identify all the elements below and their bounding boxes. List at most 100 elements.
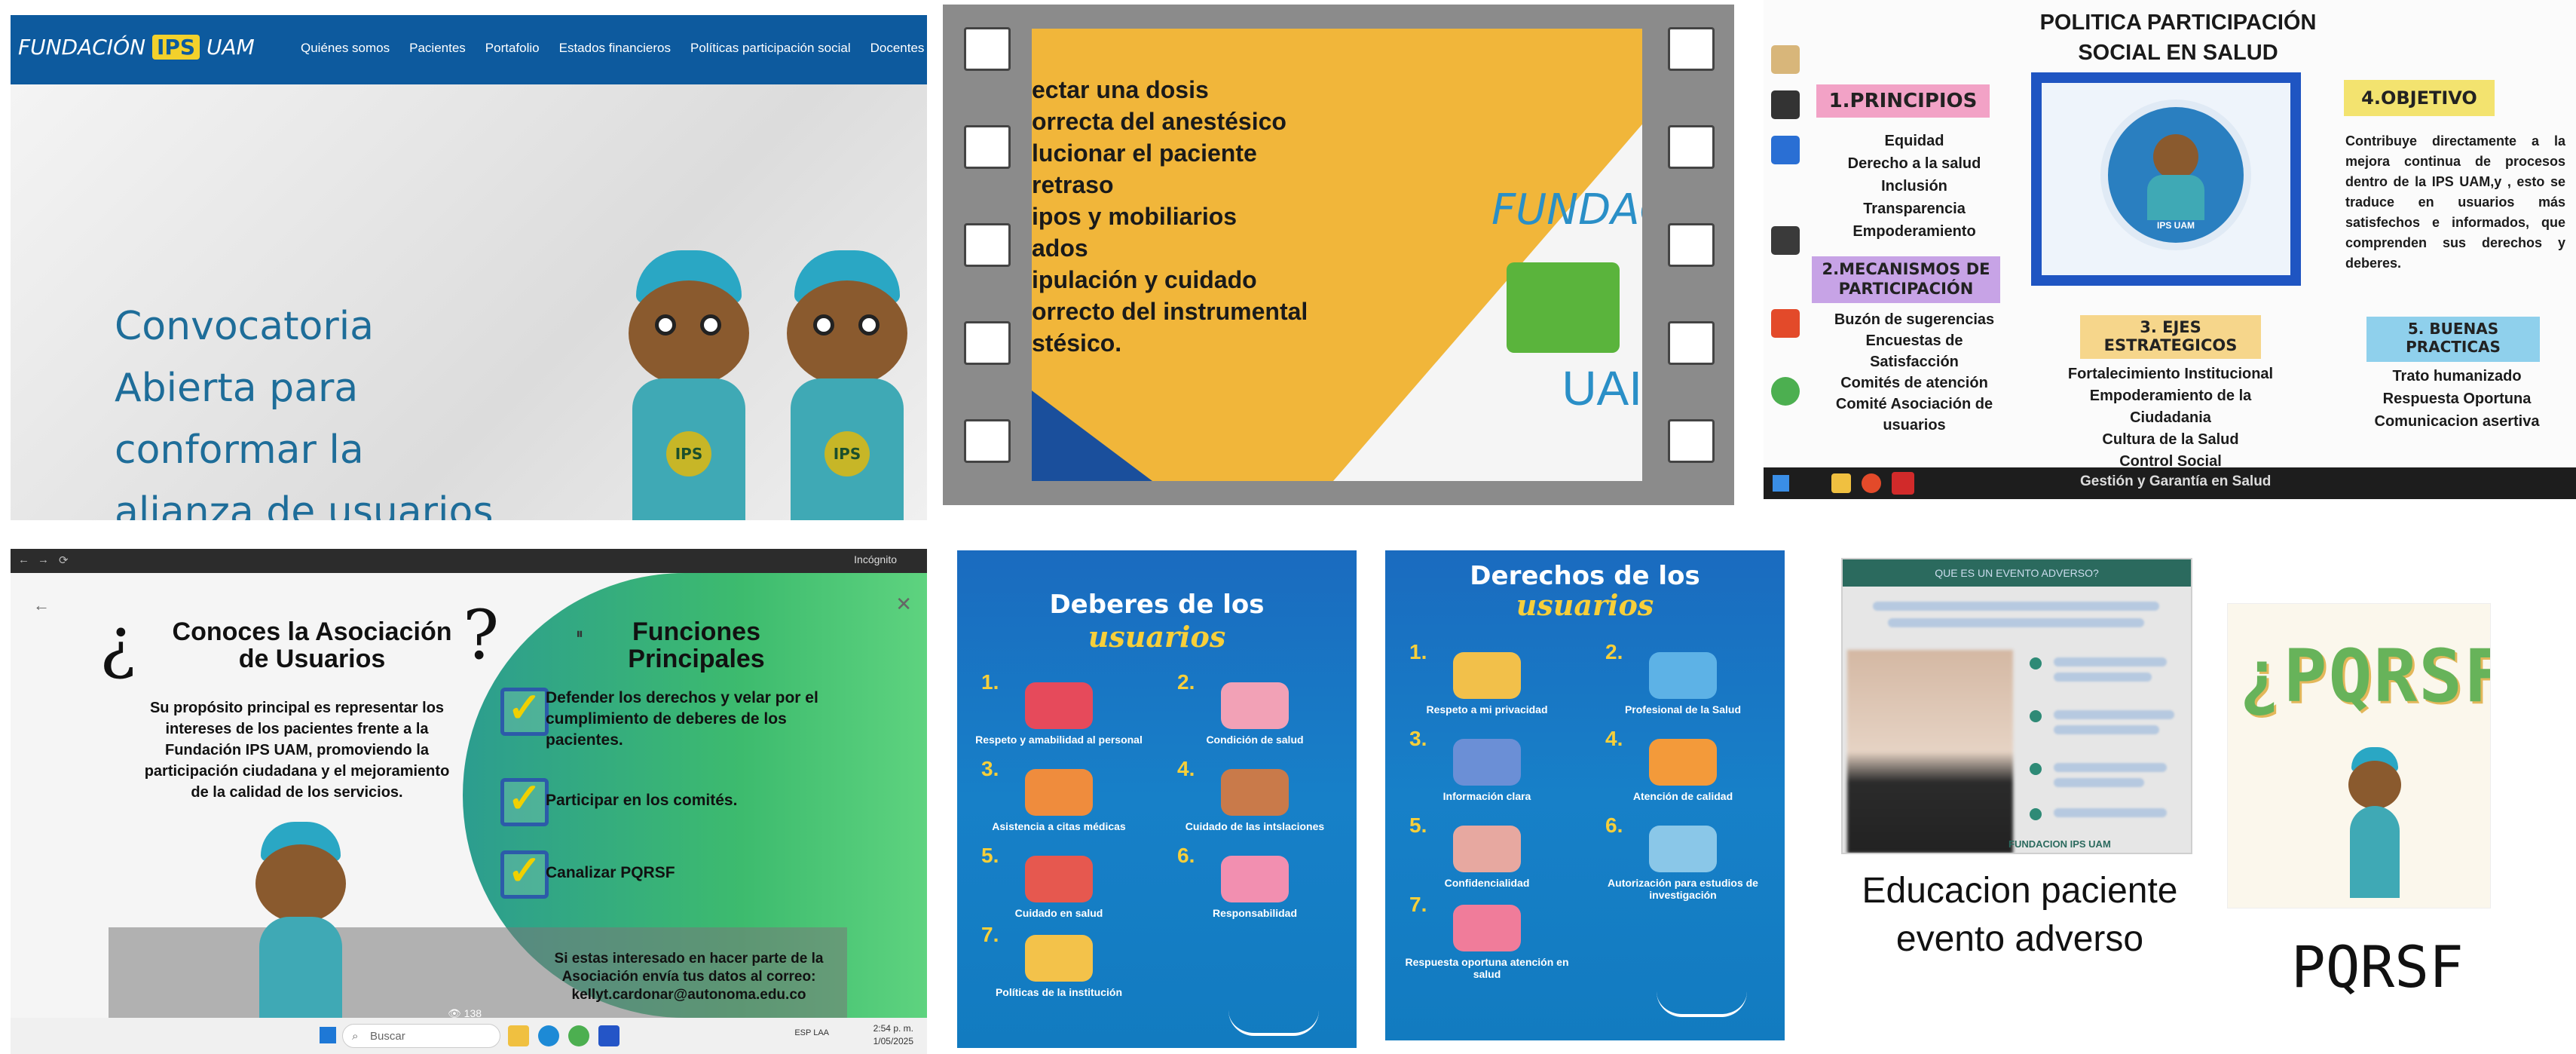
chrome-icon[interactable] — [1771, 377, 1800, 406]
educacion-footer: FUNDACION IPS UAM — [2008, 838, 2111, 850]
function-item: Participar en los comités. — [546, 792, 738, 809]
nav-estados-financieros[interactable]: Estados financieros — [559, 41, 671, 56]
pqrsf-caption[interactable]: PQRSF — [2291, 933, 2464, 1000]
item-number: 7. — [981, 923, 999, 946]
item-number: 6. — [1177, 844, 1195, 867]
film-hole — [964, 125, 1011, 169]
back-arrow-icon[interactable]: ← — [33, 596, 50, 615]
language-indicator[interactable]: ESP LAA — [794, 1028, 829, 1037]
system-clock[interactable]: 2:54 p. m. 1/05/2025 — [873, 1022, 913, 1048]
website-hero-panel: FUNDACIÓN IPS UAM Quiénes somos Paciente… — [11, 15, 927, 520]
hero-banner: Convocatoria Abierta para conformar la a… — [11, 84, 927, 520]
infographic-panel: POLITICA PARTICIPACIÓN SOCIAL EN SALUD 1… — [1764, 0, 2576, 499]
windows-start-icon[interactable] — [320, 1027, 336, 1043]
start-icon[interactable] — [1773, 475, 1789, 492]
handshake-icon — [1025, 682, 1093, 729]
eje-item: Fortalecimiento Institucional — [2067, 366, 2274, 382]
educacion-header: QUE ES UN EVENTO ADVERSO? — [1843, 559, 2191, 587]
close-icon[interactable]: ✕ — [895, 593, 912, 616]
next-arrow-icon[interactable] — [1228, 1010, 1319, 1036]
folder-icon[interactable] — [1771, 45, 1800, 74]
video-stage[interactable]: ← ✕ ⏸ ¿ ? Conoces la Asociación de Usuar… — [11, 573, 927, 1018]
file-icon[interactable] — [1771, 90, 1800, 119]
item-number: 5. — [981, 844, 999, 867]
logo-ips-text: IPS — [151, 35, 200, 60]
reload-icon[interactable]: ⟳ — [59, 553, 69, 567]
outlook-icon[interactable] — [598, 1025, 620, 1046]
deberes-title: Deberes de los — [1049, 590, 1265, 620]
nav-pacientes[interactable]: Pacientes — [409, 41, 466, 56]
file-icon[interactable] — [1771, 226, 1800, 255]
deberes-poster[interactable]: Deberes de los usuarios 1. Respeto y ama… — [957, 550, 1357, 1048]
principio-item: Equidad — [1884, 133, 1944, 149]
back-arrow-icon[interactable]: ← — [18, 553, 29, 566]
edge-icon[interactable] — [538, 1025, 559, 1046]
item-label: Profesional de la Salud — [1624, 703, 1742, 715]
deber-item: 2. Condición de salud — [1168, 672, 1342, 746]
shield-hand-icon — [1453, 652, 1521, 699]
nav-portafolio[interactable]: Portafolio — [485, 41, 540, 56]
derechos-poster[interactable]: Derechos de los usuarios 1. Respeto a mi… — [1385, 550, 1785, 1040]
windows-taskbar: Gestión y Garantía en Salud — [1764, 467, 2576, 499]
practica-item: Trato humanizado — [2392, 368, 2522, 385]
ejes-tag: 3. EJES ESTRATEGICOS — [2080, 315, 2261, 359]
heart-hands-icon — [1221, 856, 1289, 902]
mecanismo-item: Buzón de sugerencias — [1834, 311, 1995, 328]
mascot-image: IPS — [772, 250, 922, 520]
educacion-caption[interactable]: Educacion paciente evento adverso — [1843, 867, 2197, 964]
medical-folder-icon — [1453, 826, 1521, 872]
derecho-item: 3. Información clara — [1400, 728, 1574, 803]
response-icon — [1453, 905, 1521, 951]
educacion-thumbnail[interactable]: QUE ES UN EVENTO ADVERSO? FUNDACION IPS … — [1841, 558, 2192, 854]
mascot-image — [244, 822, 357, 1018]
firefox-icon[interactable] — [1862, 473, 1881, 493]
checkmark-icon: ✓ — [500, 850, 549, 899]
file-icon[interactable] — [1771, 136, 1800, 164]
video-filmstrip-panel[interactable]: ectar una dosis orrecta del anestésico l… — [943, 5, 1734, 505]
site-navbar: FUNDACIÓN IPS UAM Quiénes somos Paciente… — [11, 15, 927, 84]
derecho-item: 2. Profesional de la Salud — [1596, 642, 1770, 716]
item-label: Cuidado de las intslaciones — [1185, 820, 1325, 832]
firefox-icon[interactable] — [1771, 309, 1800, 338]
badge-ips: IPS — [825, 431, 870, 476]
forward-arrow-icon[interactable]: → — [38, 553, 49, 566]
person-photo — [1847, 650, 2013, 853]
nav-docentes[interactable]: Docentes y Estudiantes — [870, 41, 927, 56]
folder-icon[interactable] — [1831, 473, 1851, 493]
appointment-icon — [1025, 769, 1093, 816]
mascot-image: IPS — [613, 250, 764, 520]
derechos-title-2: usuarios — [1516, 588, 1654, 622]
item-number: 5. — [1409, 813, 1427, 837]
mecanismos-list: Buzón de sugerencias Encuestas de Satisf… — [1824, 309, 2005, 436]
item-label: Respuesta oportuna atención en salud — [1405, 956, 1569, 980]
objetivo-text: Contribuye directamente a la mejora cont… — [2345, 133, 2565, 271]
deberes-title-2: usuarios — [1088, 620, 1226, 654]
item-label: Atención de calidad — [1632, 790, 1733, 802]
nav-politicas[interactable]: Políticas participación social — [690, 41, 851, 56]
next-arrow-icon[interactable] — [1657, 991, 1747, 1017]
hero-title: Convocatoria Abierta para conformar la a… — [115, 304, 494, 520]
item-number: 3. — [981, 757, 999, 780]
badge-ips: IPS — [666, 431, 711, 476]
deber-item: 1. Respeto y amabilidad al personal — [972, 672, 1146, 746]
pdf-icon[interactable] — [1892, 472, 1914, 495]
taskbar-search[interactable]: ⌕ Buscar — [342, 1024, 500, 1048]
video-text-lines: ectar una dosis orrecta del anestésico l… — [1032, 76, 1308, 357]
nav-menu: Quiénes somos Pacientes Portafolio Estad… — [301, 41, 927, 56]
central-emblem: IPS UAM — [2031, 72, 2301, 286]
folder-icon[interactable] — [508, 1025, 529, 1046]
film-hole — [1668, 223, 1715, 267]
chrome-icon[interactable] — [568, 1025, 589, 1046]
taskbar-window-title: Gestión y Garantía en Salud — [2080, 473, 2272, 489]
pause-icon[interactable]: ⏸ — [576, 626, 583, 643]
item-label: Políticas de la institución — [995, 986, 1123, 998]
film-hole — [1668, 27, 1715, 71]
item-label: Información clara — [1442, 790, 1531, 802]
objetivo-tag: 4.OBJETIVO — [2344, 80, 2495, 116]
pqrsf-thumbnail[interactable]: ¿PQRSF? — [2227, 603, 2491, 908]
nav-quienes-somos[interactable]: Quiénes somos — [301, 41, 390, 56]
view-count: 👁 138 — [448, 1007, 482, 1018]
infographic-title: POLITICA PARTICIPACIÓN SOCIAL EN SALUD — [2039, 11, 2317, 65]
site-logo[interactable]: FUNDACIÓN IPS UAM — [18, 35, 255, 60]
logo-right-text: UAM — [206, 35, 255, 60]
